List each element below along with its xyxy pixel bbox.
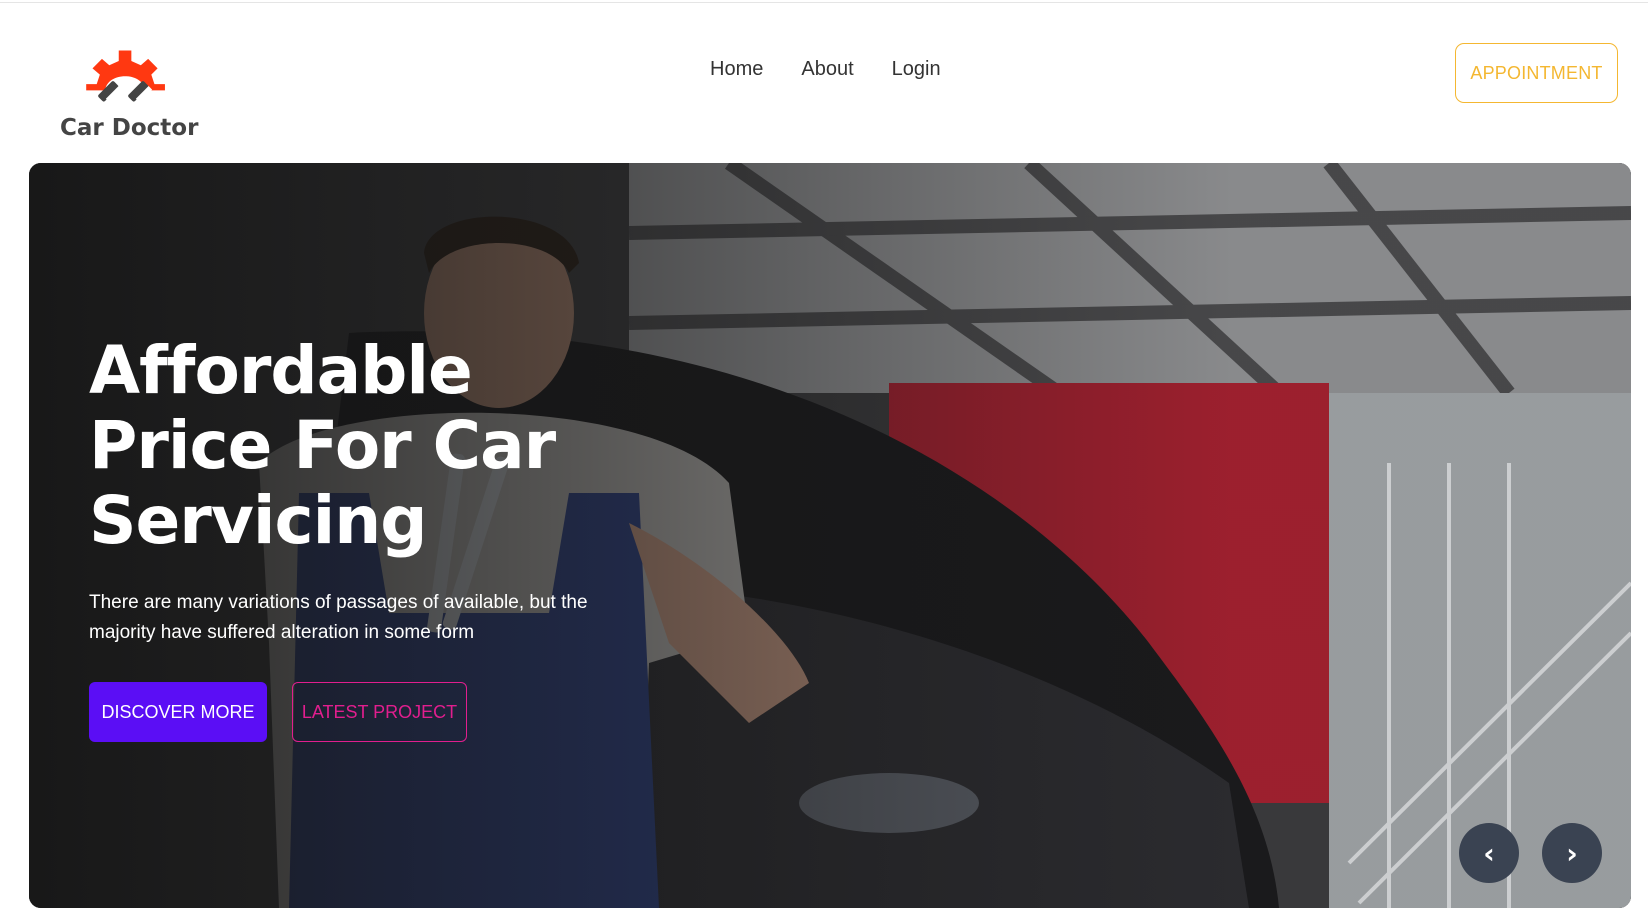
slider-prev-button[interactable]: ‹	[1459, 823, 1519, 883]
hero-buttons: DISCOVER MORE LATEST PROJECT	[89, 682, 709, 742]
hero-banner: Affordable Price For Car Servicing There…	[29, 163, 1631, 908]
appointment-button[interactable]: APPOINTMENT	[1455, 43, 1618, 103]
main-nav: Home About Login	[710, 58, 941, 81]
brand-name: Car Doctor	[60, 115, 199, 141]
hero-title: Affordable Price For Car Servicing	[89, 332, 556, 559]
hero-content: Affordable Price For Car Servicing There…	[89, 333, 709, 742]
navbar: Car Doctor Home About Login APPOINTMENT	[0, 0, 1648, 155]
discover-more-button[interactable]: DISCOVER MORE	[89, 682, 267, 742]
latest-project-button[interactable]: LATEST PROJECT	[292, 682, 467, 742]
logo[interactable]: Car Doctor	[58, 40, 198, 145]
slider-next-button[interactable]: ›	[1542, 823, 1602, 883]
hero-description: There are many variations of passages of…	[89, 592, 588, 643]
nav-about[interactable]: About	[801, 58, 853, 81]
nav-home[interactable]: Home	[710, 58, 763, 81]
gear-pistons-icon	[86, 50, 165, 103]
chevron-right-icon: ›	[1566, 836, 1578, 870]
chevron-left-icon: ‹	[1483, 836, 1495, 870]
nav-login[interactable]: Login	[892, 58, 941, 81]
